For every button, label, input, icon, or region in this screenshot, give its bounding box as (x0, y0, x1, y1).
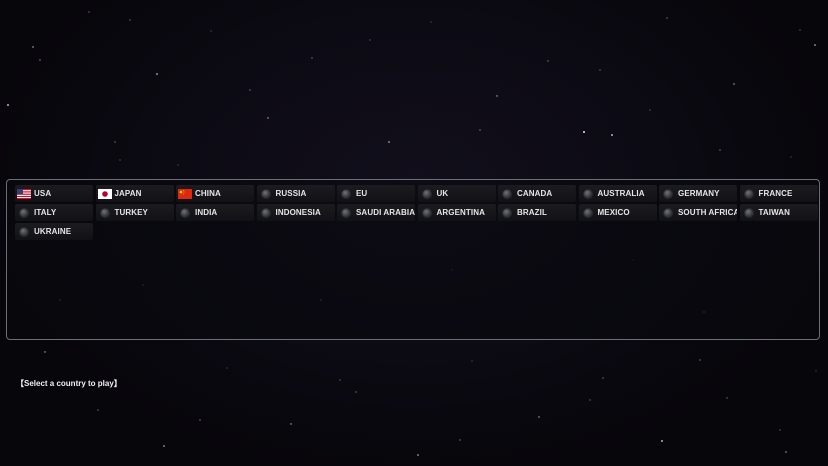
country-name: INDIA (195, 208, 218, 217)
unavailable-flag-icon (261, 189, 270, 198)
country-india[interactable]: INDIA (176, 204, 254, 221)
country-name: RUSSIA (275, 189, 307, 198)
country-name: TAIWAN (758, 208, 791, 217)
country-name: USA (34, 189, 52, 198)
country-name: GERMANY (678, 189, 720, 198)
country-indonesia[interactable]: INDONESIA (256, 204, 335, 221)
country-canada[interactable]: CANADA (498, 185, 576, 202)
country-name: UK (436, 189, 449, 198)
country-brazil[interactable]: BRAZIL (498, 204, 576, 221)
country-selection-panel: USA JAPAN CHINA RUSSIA EU UK CANADA AUST… (6, 179, 820, 340)
country-germany[interactable]: GERMANY (659, 185, 737, 202)
unavailable-flag-icon (744, 189, 753, 198)
country-grid: USA JAPAN CHINA RUSSIA EU UK CANADA AUST… (15, 185, 818, 240)
game-screen: USA JAPAN CHINA RUSSIA EU UK CANADA AUST… (0, 0, 828, 466)
japan-flag-icon (97, 188, 112, 199)
country-name: TURKEY (114, 208, 148, 217)
unavailable-flag-icon (664, 208, 672, 217)
country-turkey[interactable]: TURKEY (95, 204, 174, 221)
unavailable-flag-icon (503, 189, 511, 198)
unavailable-flag-icon (342, 208, 350, 217)
unavailable-flag-icon (664, 189, 672, 198)
country-uk[interactable]: UK (417, 185, 496, 202)
country-china[interactable]: CHINA (176, 185, 254, 202)
country-name: MEXICO (597, 208, 630, 217)
unavailable-flag-icon (422, 208, 431, 217)
country-name: JAPAN (114, 189, 142, 198)
country-name: CHINA (195, 189, 221, 198)
country-ukraine[interactable]: UKRAINE (15, 223, 93, 240)
country-argentina[interactable]: ARGENTINA (417, 204, 496, 221)
country-name: SOUTH AFRICA (678, 208, 737, 217)
unavailable-flag-icon (503, 208, 511, 217)
country-saudi-arabia[interactable]: SAUDI ARABIA (337, 204, 415, 221)
country-name: ARGENTINA (436, 208, 485, 217)
unavailable-flag-icon (20, 227, 28, 236)
unavailable-flag-icon (261, 208, 270, 217)
country-name: INDONESIA (275, 208, 321, 217)
china-flag-icon (178, 188, 192, 199)
country-eu[interactable]: EU (337, 185, 415, 202)
unavailable-flag-icon (744, 208, 753, 217)
country-italy[interactable]: ITALY (15, 204, 93, 221)
country-name: ITALY (34, 208, 57, 217)
country-mexico[interactable]: MEXICO (578, 204, 657, 221)
unavailable-flag-icon (583, 189, 592, 198)
unavailable-flag-icon (342, 189, 350, 198)
country-usa[interactable]: USA (15, 185, 93, 202)
country-name: FRANCE (758, 189, 793, 198)
country-name: UKRAINE (34, 227, 72, 236)
country-australia[interactable]: AUSTRALIA (578, 185, 657, 202)
unavailable-flag-icon (20, 208, 28, 217)
country-name: EU (356, 189, 368, 198)
usa-flag-icon (17, 188, 31, 199)
unavailable-flag-icon (583, 208, 592, 217)
country-name: BRAZIL (517, 208, 547, 217)
country-japan[interactable]: JAPAN (95, 185, 174, 202)
unavailable-flag-icon (100, 208, 109, 217)
country-russia[interactable]: RUSSIA (256, 185, 335, 202)
country-name: AUSTRALIA (597, 189, 645, 198)
unavailable-flag-icon (181, 208, 189, 217)
unavailable-flag-icon (422, 189, 431, 198)
country-south-africa[interactable]: SOUTH AFRICA (659, 204, 737, 221)
country-name: SAUDI ARABIA (356, 208, 415, 217)
country-taiwan[interactable]: TAIWAN (739, 204, 818, 221)
country-france[interactable]: FRANCE (739, 185, 818, 202)
country-name: CANADA (517, 189, 553, 198)
select-country-prompt: 【Select a country to play】 (16, 379, 122, 388)
